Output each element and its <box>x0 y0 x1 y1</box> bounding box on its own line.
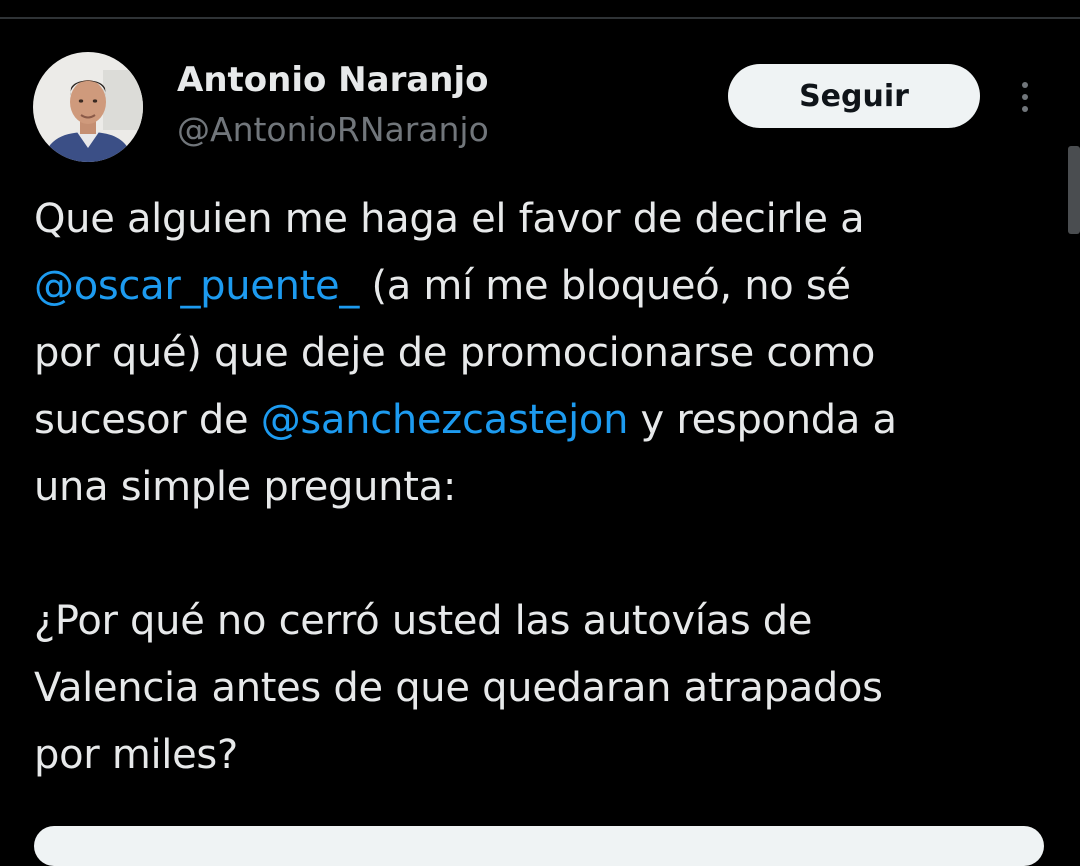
next-card-edge <box>34 826 1044 866</box>
tweet-line: una simple pregunta: <box>34 464 457 510</box>
paragraph-break <box>34 521 1044 588</box>
avatar-image <box>33 52 143 162</box>
scrollbar-thumb[interactable] <box>1068 146 1080 234</box>
tweet-line-text: sucesor de <box>34 397 261 443</box>
follow-button[interactable]: Seguir <box>728 64 980 128</box>
avatar[interactable] <box>33 52 143 162</box>
tweet-line-text: y responda a <box>628 397 897 443</box>
tweet-line: @oscar_puente_ (a mí me bloqueó, no sé <box>34 253 1044 320</box>
more-dot <box>1022 82 1028 88</box>
tweet-line: por qué) que deje de promocionarse como <box>34 330 876 376</box>
mention-link[interactable]: @oscar_puente_ <box>34 263 359 309</box>
mention-link[interactable]: @sanchezcastejon <box>261 397 629 443</box>
more-dot <box>1022 106 1028 112</box>
tweet-line: por miles? <box>34 732 238 778</box>
author-handle[interactable]: @AntonioRNaranjo <box>177 108 489 152</box>
more-vertical-icon[interactable] <box>1008 74 1042 120</box>
tweet-line: Que alguien me haga el favor de decirle … <box>34 196 865 242</box>
tweet-line-text: (a mí me bloqueó, no sé <box>359 263 851 309</box>
tweet-line: sucesor de @sanchezcastejon y responda a <box>34 387 1044 454</box>
author-display-name[interactable]: Antonio Naranjo <box>177 58 489 102</box>
top-divider <box>0 17 1080 19</box>
tweet-line: ¿Por qué no cerró usted las autovías de <box>34 598 813 644</box>
tweet-line: Valencia antes de que quedaran atrapados <box>34 665 883 711</box>
more-dot <box>1022 94 1028 100</box>
tweet-text: Que alguien me haga el favor de decirle … <box>34 186 1044 789</box>
